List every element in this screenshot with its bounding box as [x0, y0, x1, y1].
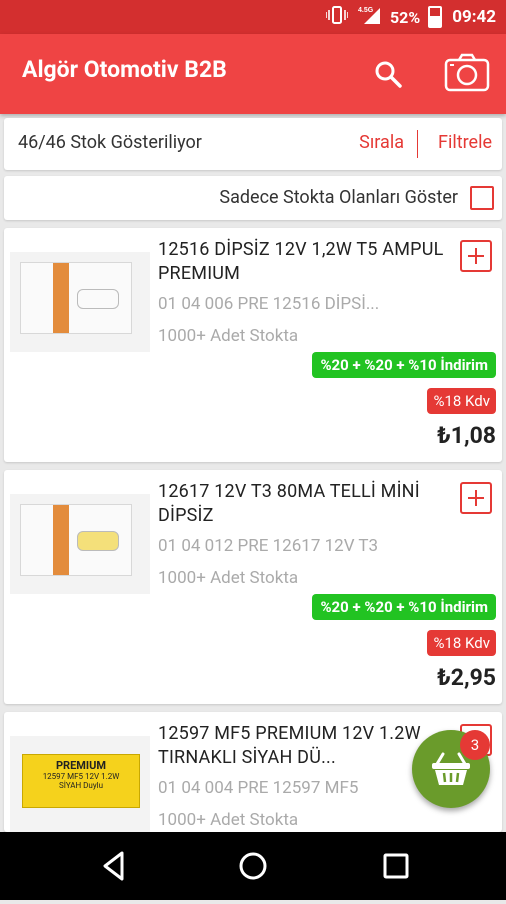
network-type-label: 4.5G: [358, 7, 374, 14]
vat-badge: %18 Kdv: [427, 388, 496, 414]
product-name: 12597 MF5 PREMIUM 12V 1.2W TIRNAKLI SİYA…: [158, 723, 421, 768]
discount-badge: %20 + %20 + %10 İndirim: [312, 352, 496, 378]
product-code: 01 04 012 PRE 12617 12V T3: [158, 536, 379, 556]
list-header: 46/46 Stok Gösteriliyor Sırala Filtrele: [4, 118, 502, 170]
image-text-line1: 12597 MF5 12V 1.2W: [42, 772, 120, 781]
product-card[interactable]: 12516 DİPSİZ 12V 1,2W T5 AMPUL PREMIUM 0…: [4, 228, 502, 462]
image-text-line2: SİYAH Duylu: [59, 781, 103, 790]
recent-apps-icon[interactable]: [383, 853, 409, 879]
product-image: [10, 252, 150, 352]
search-icon[interactable]: [372, 58, 404, 90]
navigation-bar: [0, 832, 506, 900]
stock-filter-label: Sadece Stokta Olanları Göster: [219, 187, 458, 208]
app-title: Algör Otomotiv B2B: [22, 56, 227, 83]
image-text-title: PREMIUM: [55, 759, 107, 772]
add-to-cart-button[interactable]: [460, 482, 492, 514]
basket-icon: [432, 752, 470, 785]
status-bar: 4.5G 52% 09:42: [0, 0, 506, 34]
home-icon[interactable]: [239, 852, 267, 880]
app-bar: Algör Otomotiv B2B: [0, 34, 506, 114]
product-code: 01 04 004 PRE 12597 MF5: [158, 778, 359, 798]
product-code: 01 04 006 PRE 12516 DİPSİ...: [158, 294, 380, 314]
product-price: ₺2,95: [437, 664, 496, 691]
product-stock: 1000+ Adet Stokta: [158, 810, 299, 830]
product-price: ₺1,08: [437, 422, 496, 449]
product-name: 12617 12V T3 80MA TELLİ MİNİ DİPSİZ: [158, 481, 420, 526]
header-divider: [417, 130, 418, 158]
signal-icon: 4.5G: [358, 5, 382, 29]
clock: 09:42: [452, 7, 496, 27]
product-card[interactable]: 12617 12V T3 80MA TELLİ MİNİ DİPSİZ 01 0…: [4, 470, 502, 704]
back-icon[interactable]: [103, 851, 124, 881]
product-name: 12516 DİPSİZ 12V 1,2W T5 AMPUL PREMIUM: [158, 239, 444, 284]
battery-percent: 52%: [390, 7, 421, 27]
battery-icon: [428, 6, 443, 28]
sort-button[interactable]: Sırala: [359, 132, 404, 153]
add-to-cart-button[interactable]: [460, 240, 492, 272]
cart-count-badge: 3: [460, 730, 490, 760]
product-image: [10, 494, 150, 594]
stock-filter-row[interactable]: Sadece Stokta Olanları Göster: [4, 176, 502, 220]
vibrate-icon: [325, 6, 349, 28]
product-image: PREMIUM 12597 MF5 12V 1.2W SİYAH Duylu: [10, 736, 150, 832]
filter-button[interactable]: Filtrele: [438, 132, 492, 153]
product-stock: 1000+ Adet Stokta: [158, 568, 299, 588]
product-stock: 1000+ Adet Stokta: [158, 326, 299, 346]
stock-count-text: 46/46 Stok Gösteriliyor: [18, 132, 202, 153]
stock-filter-checkbox[interactable]: [470, 186, 494, 210]
vat-badge: %18 Kdv: [427, 630, 496, 656]
camera-icon[interactable]: [444, 52, 490, 94]
discount-badge: %20 + %20 + %10 İndirim: [312, 594, 496, 620]
